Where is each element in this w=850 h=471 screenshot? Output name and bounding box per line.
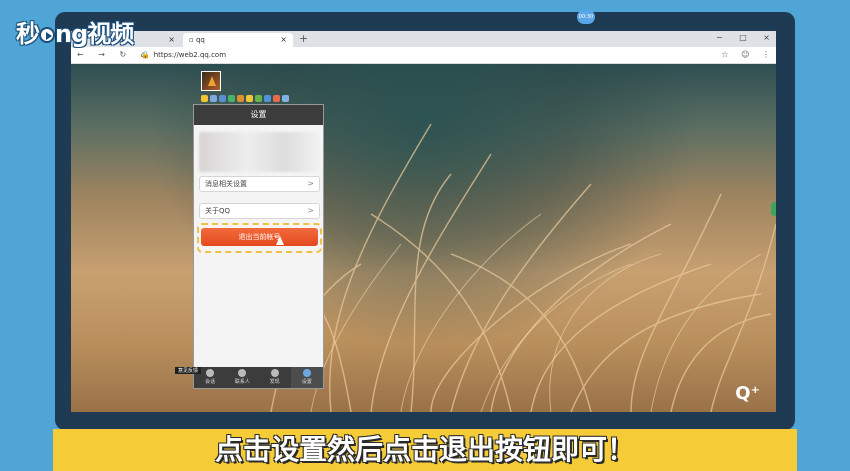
close-window-button[interactable]: ×: [763, 33, 770, 42]
nav-contacts[interactable]: 联系人: [226, 367, 258, 388]
nav-settings[interactable]: 设置: [290, 367, 323, 388]
qq-avatar[interactable]: [201, 71, 221, 91]
qq-app-icons: [201, 95, 289, 102]
new-tab-button[interactable]: +: [299, 32, 308, 45]
window-controls: − □ ×: [702, 33, 770, 42]
lock-icon: 🔒: [141, 51, 150, 59]
cursor-icon: [276, 236, 284, 245]
search-icon[interactable]: [219, 95, 226, 102]
music-icon[interactable]: [237, 95, 244, 102]
bottom-nav: 会话 联系人 发现 设置: [194, 367, 323, 388]
calendar-icon[interactable]: [282, 95, 289, 102]
browser-window: × ▫ qq × + − □ × ← → ↻ ⌂ 🔒 https://web2.q…: [71, 31, 776, 412]
mail-icon[interactable]: [210, 95, 217, 102]
space-icon[interactable]: [246, 95, 253, 102]
address-actions: ☆ ☺ ⋮: [711, 50, 770, 59]
caption-text: 点击设置然后点击退出按钮即可！: [214, 433, 635, 466]
star-icon[interactable]: [201, 95, 208, 102]
chevron-right-icon: >: [307, 179, 314, 188]
nav-discover[interactable]: 发现: [259, 367, 291, 388]
timer-badge: 00:30: [577, 10, 595, 24]
logout-button[interactable]: 退出当前帐号: [201, 228, 318, 246]
maximize-button[interactable]: □: [739, 33, 747, 42]
profile-card[interactable]: [199, 132, 320, 172]
friends-icon[interactable]: [255, 95, 262, 102]
star-icon: [270, 369, 279, 377]
panel-title: 设置: [194, 105, 323, 125]
qq-settings-panel: 设置 消息相关设置 > 关于QQ > 退出当前帐号 会话 联系人 发现 设置: [193, 104, 324, 389]
bookmark-icon[interactable]: ☆: [721, 50, 728, 59]
photo-icon[interactable]: [264, 95, 271, 102]
play-icon: [39, 27, 55, 43]
page-icon: ▫: [189, 36, 196, 44]
tab-qq[interactable]: ▫ qq ×: [183, 33, 293, 47]
caption-bar: 点击设置然后点击退出按钮即可！: [53, 429, 797, 471]
grass-background: [270, 123, 776, 412]
game-icon[interactable]: [228, 95, 235, 102]
minimize-button[interactable]: −: [716, 33, 723, 42]
about-qq-item[interactable]: 关于QQ >: [199, 203, 320, 219]
address-bar: ← → ↻ ⌂ 🔒 https://web2.qq.com ☆ ☺ ⋮: [71, 47, 776, 64]
chat-icon: [206, 369, 215, 377]
app-icon[interactable]: [273, 95, 280, 102]
profile-icon[interactable]: ☺: [741, 50, 749, 59]
side-handle[interactable]: [771, 202, 776, 216]
logout-highlight: 退出当前帐号: [197, 223, 322, 253]
chevron-right-icon: >: [307, 206, 314, 215]
gear-icon: [302, 369, 311, 377]
message-settings-item[interactable]: 消息相关设置 >: [199, 176, 320, 192]
brand-logo: 秒 ng视频: [16, 20, 134, 48]
qq-corner-logo: Q⁺: [735, 383, 760, 404]
contacts-icon: [238, 369, 247, 377]
close-tab-icon[interactable]: ×: [280, 35, 287, 44]
feedback-link[interactable]: 意见反馈: [175, 367, 202, 374]
webqq-viewport: 设置 消息相关设置 > 关于QQ > 退出当前帐号 会话 联系人 发现 设置 Q…: [71, 64, 776, 412]
menu-icon[interactable]: ⋮: [762, 50, 770, 59]
close-tab-icon[interactable]: ×: [168, 35, 175, 44]
url-field[interactable]: 🔒 https://web2.qq.com: [141, 51, 226, 59]
tab-bar: × ▫ qq × + − □ ×: [71, 31, 776, 47]
